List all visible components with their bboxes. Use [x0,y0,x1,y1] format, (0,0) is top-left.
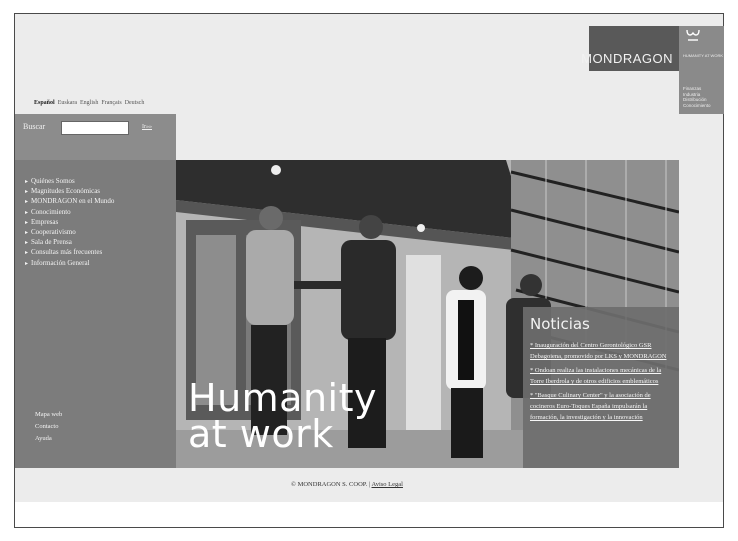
hero-tagline-line1: Humanity [188,376,377,420]
sector-item: Conocimiento [683,102,711,108]
help-link[interactable]: Ayuda [35,433,62,445]
search-label: Buscar [23,122,46,131]
menu-item-mundo[interactable]: MONDRAGON en el Mundo [25,197,114,207]
utility-links: Mapa web Contacto Ayuda [35,409,62,445]
logo-tagline-panel: HUMANITY AT WORK Finanzas Industria Dist… [679,26,724,114]
sidebar-nav: Quiénes Somos Magnitudes Económicas MOND… [15,160,176,468]
lang-eu[interactable]: Euskara [58,100,77,106]
menu-item-consultas[interactable]: Consultas más frecuentes [25,248,114,258]
news-title: Noticias [530,315,590,333]
lang-en[interactable]: English [80,100,98,106]
lang-de[interactable]: Deutsch [125,100,145,106]
menu-item-cooperativismo[interactable]: Cooperativismo [25,228,114,238]
menu-item-quienes-somos[interactable]: Quiénes Somos [25,177,114,187]
footer: © MONDRAGON S. COOP. | Aviso Legal [15,481,679,488]
search-submit-link[interactable]: Ir»» [142,124,152,130]
sitemap-link[interactable]: Mapa web [35,409,62,421]
lang-es[interactable]: Español [34,100,55,106]
copyright-text: © MONDRAGON S. COOP. | [291,481,371,488]
news-item[interactable]: * Ondoan realiza las instalaciones mecán… [530,365,675,387]
contact-link[interactable]: Contacto [35,421,62,433]
menu-item-sala-prensa[interactable]: Sala de Prensa [25,238,114,248]
main-menu: Quiénes Somos Magnitudes Económicas MOND… [25,177,114,269]
menu-item-magnitudes[interactable]: Magnitudes Económicas [25,187,114,197]
brand-sectors: Finanzas Industria Distribución Conocimi… [683,86,723,108]
hero-tagline: Humanity at work [188,376,377,456]
legal-notice-link[interactable]: Aviso Legal [372,481,403,488]
hero-tagline-line2: at work [188,412,334,456]
search-input[interactable] [61,121,129,135]
news-list: * Inauguración del Centro Gerontológico … [530,340,675,426]
menu-item-empresas[interactable]: Empresas [25,218,114,228]
news-panel: Noticias * Inauguración del Centro Geron… [523,307,679,468]
lang-fr[interactable]: Français [101,100,121,106]
search-panel: Buscar Ir»» [15,114,176,160]
news-item[interactable]: * "Basque Culinary Center" y la asociaci… [530,390,675,423]
language-selector: Español Euskara English Français Deutsch [34,100,144,106]
menu-item-conocimiento[interactable]: Conocimiento [25,208,114,218]
brand-tagline: HUMANITY AT WORK [683,53,724,58]
logo-text: MONDRAGON [581,51,673,66]
menu-item-info-general[interactable]: Información General [25,259,114,269]
mondragon-mark-icon [685,28,701,47]
news-item[interactable]: * Inauguración del Centro Gerontológico … [530,340,675,362]
mondragon-logo[interactable]: MONDRAGON [581,26,679,71]
